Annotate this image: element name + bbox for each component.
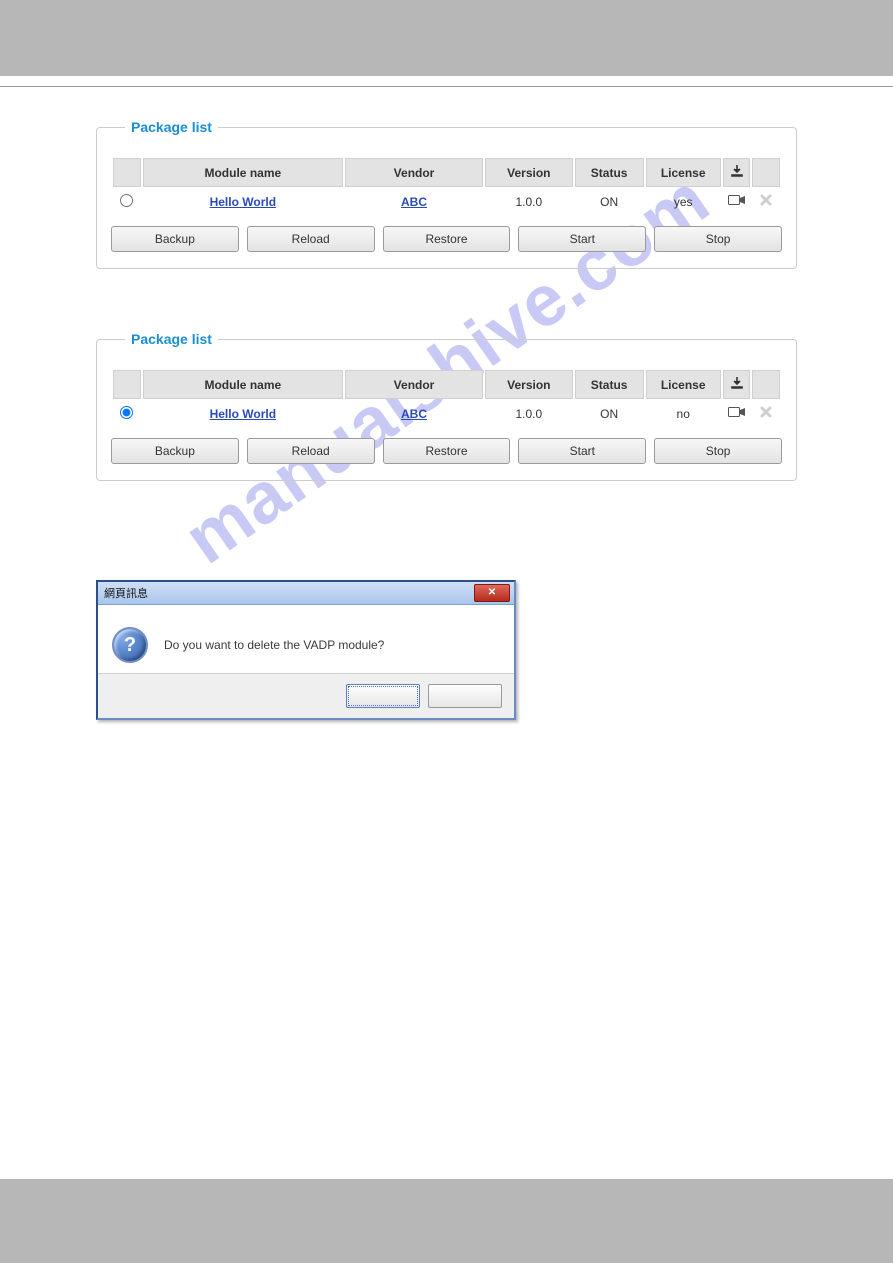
footer-bar [0, 1179, 893, 1263]
start-button[interactable]: Start [518, 438, 646, 464]
dialog-footer [98, 673, 514, 718]
camera-icon[interactable] [728, 194, 746, 209]
table-row: Hello World ABC 1.0.0 ON no [113, 399, 780, 428]
panel-title: Package list [125, 331, 218, 347]
restore-button[interactable]: Restore [383, 226, 511, 252]
col-select-header [113, 370, 141, 399]
backup-button[interactable]: Backup [111, 226, 239, 252]
question-icon: ? [112, 627, 148, 663]
col-license-header: License [646, 370, 721, 399]
restore-button[interactable]: Restore [383, 438, 511, 464]
module-link[interactable]: Hello World [210, 407, 276, 421]
dialog-title: 網頁訊息 [104, 585, 148, 601]
package-list-panel-2: Package list Module name Vendor Version … [96, 339, 797, 481]
col-version-header: Version [485, 158, 573, 187]
row-select-radio[interactable] [120, 406, 133, 419]
table-header-row: Module name Vendor Version Status Licens… [113, 158, 780, 187]
delete-icon[interactable] [759, 193, 773, 210]
version-cell: 1.0.0 [485, 399, 573, 428]
col-module-header: Module name [143, 158, 344, 187]
status-cell: ON [575, 187, 644, 216]
vendor-link[interactable]: ABC [401, 195, 427, 209]
license-cell: no [646, 399, 721, 428]
table-row: Hello World ABC 1.0.0 ON yes [113, 187, 780, 216]
stop-button[interactable]: Stop [654, 438, 782, 464]
col-vendor-header: Vendor [345, 158, 483, 187]
package-list-panel-1: Package list Module name Vendor Version … [96, 127, 797, 269]
col-status-header: Status [575, 370, 644, 399]
button-row: Backup Reload Restore Start Stop [111, 226, 782, 252]
delete-icon[interactable] [759, 405, 773, 422]
header-bar [0, 0, 893, 76]
vendor-link[interactable]: ABC [401, 407, 427, 421]
col-download-header [723, 158, 751, 187]
camera-icon[interactable] [728, 406, 746, 421]
col-download-header [723, 370, 751, 399]
dialog-titlebar[interactable]: 網頁訊息 ✕ [98, 582, 514, 605]
col-select-header [113, 158, 141, 187]
col-delete-header [752, 158, 780, 187]
col-module-header: Module name [143, 370, 344, 399]
col-status-header: Status [575, 158, 644, 187]
close-icon: ✕ [488, 588, 496, 598]
confirm-dialog: 網頁訊息 ✕ ? Do you want to delete the VADP … [96, 580, 516, 720]
backup-button[interactable]: Backup [111, 438, 239, 464]
reload-button[interactable]: Reload [247, 438, 375, 464]
package-table: Module name Vendor Version Status Licens… [111, 158, 782, 216]
dialog-ok-button[interactable] [346, 684, 420, 708]
version-cell: 1.0.0 [485, 187, 573, 216]
package-table: Module name Vendor Version Status Licens… [111, 370, 782, 428]
button-row: Backup Reload Restore Start Stop [111, 438, 782, 464]
module-link[interactable]: Hello World [210, 195, 276, 209]
col-vendor-header: Vendor [345, 370, 483, 399]
panel-title: Package list [125, 119, 218, 135]
dialog-message: Do you want to delete the VADP module? [164, 638, 384, 652]
status-cell: ON [575, 399, 644, 428]
dialog-close-button[interactable]: ✕ [474, 584, 510, 602]
dialog-cancel-button[interactable] [428, 684, 502, 708]
row-select-radio[interactable] [120, 194, 133, 207]
license-cell: yes [646, 187, 721, 216]
stop-button[interactable]: Stop [654, 226, 782, 252]
table-header-row: Module name Vendor Version Status Licens… [113, 370, 780, 399]
col-delete-header [752, 370, 780, 399]
col-license-header: License [646, 158, 721, 187]
col-version-header: Version [485, 370, 573, 399]
download-icon [730, 376, 744, 393]
dialog-body: ? Do you want to delete the VADP module? [98, 605, 514, 673]
download-icon [730, 164, 744, 181]
start-button[interactable]: Start [518, 226, 646, 252]
reload-button[interactable]: Reload [247, 226, 375, 252]
